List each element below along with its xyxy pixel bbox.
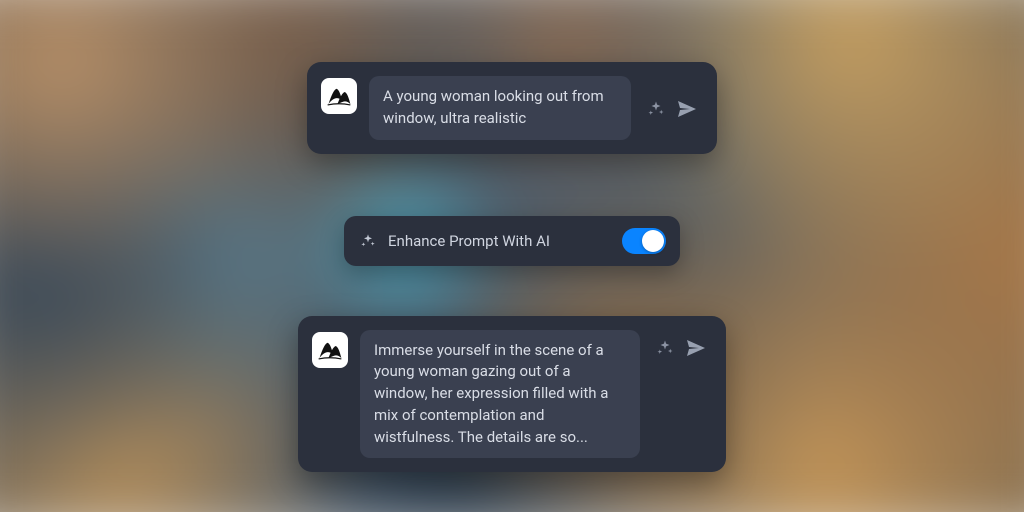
enhance-label: Enhance Prompt With AI	[388, 232, 550, 250]
app-logo-icon	[321, 78, 357, 114]
card-actions-bottom	[656, 336, 708, 360]
toggle-knob	[642, 230, 664, 252]
send-button[interactable]	[675, 97, 699, 121]
prompt-card-top: A young woman looking out from window, u…	[307, 62, 717, 154]
sparkle-icon[interactable]	[647, 100, 665, 118]
enhance-toggle[interactable]	[622, 228, 666, 254]
prompt-card-bottom: Immerse yourself in the scene of a young…	[298, 316, 726, 473]
stage: A young woman looking out from window, u…	[0, 0, 1024, 512]
enhance-prompt-pill: Enhance Prompt With AI	[344, 216, 680, 266]
app-logo-icon	[312, 332, 348, 368]
prompt-input-bottom[interactable]: Immerse yourself in the scene of a young…	[360, 330, 640, 459]
prompt-input-top[interactable]: A young woman looking out from window, u…	[369, 76, 631, 140]
send-button[interactable]	[684, 336, 708, 360]
sparkle-icon[interactable]	[656, 339, 674, 357]
card-actions-top	[647, 97, 699, 121]
sparkle-icon	[360, 233, 376, 249]
